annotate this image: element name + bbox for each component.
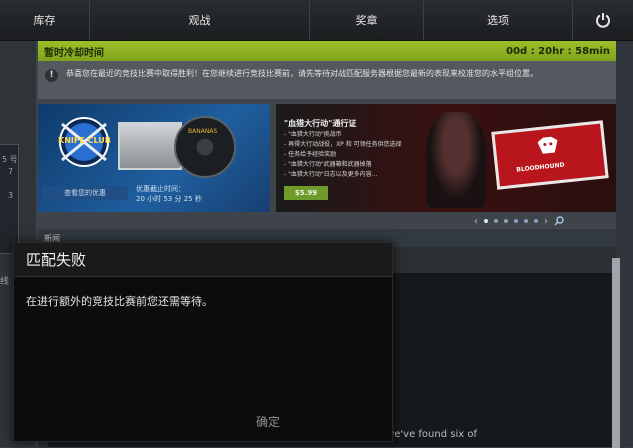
carousel-next-button[interactable]: › <box>544 216 548 227</box>
left-number-1: 5 号 <box>2 155 18 164</box>
nav-awards[interactable]: 奖章 <box>310 0 424 40</box>
deadline-label: 优惠截止时间： <box>136 185 185 193</box>
carousel-prev-button[interactable]: ‹ <box>474 216 478 227</box>
dialog-message: 在进行额外的竞技比赛前您还需等待。 <box>26 295 213 308</box>
carousel-dot[interactable] <box>504 219 508 223</box>
top-navigation: 库存 观战 奖章 选项 <box>0 0 633 41</box>
left-label: 线 <box>0 277 10 287</box>
power-button[interactable] <box>573 0 633 40</box>
promo-music-kit[interactable]: KNIFE CLUB BANANAS 查看您的优惠 优惠截止时间： 20 小时 … <box>38 104 270 212</box>
carousel-controls: ‹ › <box>474 213 616 229</box>
view-offer-button[interactable]: 查看您的优惠 <box>42 186 128 200</box>
carousel-dot[interactable] <box>524 219 528 223</box>
magnifier-icon[interactable] <box>554 216 564 226</box>
left-number-2: 7 <box>8 167 14 176</box>
cooldown-bar: 暂时冷却时间 00d : 20hr : 58min <box>38 41 616 61</box>
price-button[interactable]: $5.99 <box>284 186 328 200</box>
pass-feature: - "血猎大行动"武器箱和武器掉落 <box>284 161 372 168</box>
pass-feature: - "血猎大行动"日志以及更多内容... <box>284 171 378 178</box>
power-icon <box>596 13 610 28</box>
pass-title: "血猎大行动"通行证 <box>284 119 357 128</box>
matchmaking-failed-dialog: 匹配失败 在进行额外的竞技比赛前您还需等待。 确定 <box>13 242 393 442</box>
scrollbar-thumb[interactable] <box>612 258 620 448</box>
info-icon: ! <box>45 69 58 82</box>
pass-feature: - 再得大行动战役，XP 和 可领任务供您选择 <box>284 141 402 148</box>
nav-options[interactable]: 选项 <box>424 0 573 40</box>
carousel-dot[interactable] <box>484 219 488 223</box>
pass-features: - "血猎大行动"挑战币 - 再得大行动战役，XP 和 可领任务供您选择 - 任… <box>284 130 402 180</box>
cooldown-timer: 00d : 20hr : 58min <box>506 45 610 57</box>
ok-button[interactable]: 确定 <box>250 411 286 431</box>
pass-feature: - 任务给予经验奖励 <box>284 151 337 158</box>
cooldown-title: 暂时冷却时间 <box>44 47 104 59</box>
carousel-dot[interactable] <box>494 219 498 223</box>
promo-operation-pass[interactable]: "血猎大行动"通行证 - "血猎大行动"挑战币 - 再得大行动战役，XP 和 可… <box>276 104 616 212</box>
ticket-label: BLOODHOUND <box>516 161 565 174</box>
character-image <box>426 112 486 208</box>
operation-ticket-image: BLOODHOUND <box>491 120 609 190</box>
nav-inventory[interactable]: 库存 <box>0 0 90 40</box>
pass-feature: - "血猎大行动"挑战币 <box>284 131 342 138</box>
offer-deadline: 优惠截止时间： 20 小时 53 分 25 秒 <box>136 184 202 204</box>
cooldown-notice: ! 恭喜您在最近的竞技比赛中取得胜利！在您继续进行竞技比赛前，请先等待对战匹配服… <box>38 61 616 99</box>
carousel-dot[interactable] <box>534 219 538 223</box>
notice-text: 恭喜您在最近的竞技比赛中取得胜利！在您继续进行竞技比赛前，请先等待对战匹配服务器… <box>66 69 538 78</box>
dialog-title: 匹配失败 <box>14 243 392 277</box>
deadline-value: 20 小时 53 分 25 秒 <box>136 195 202 203</box>
left-number-3: 3 <box>8 191 14 200</box>
club-logo-text: KNIFE CLUB <box>58 136 111 145</box>
carousel-dot[interactable] <box>514 219 518 223</box>
band-photo <box>118 122 182 170</box>
bloodhound-icon <box>537 136 558 154</box>
music-disc <box>174 116 236 178</box>
nav-watch[interactable]: 观战 <box>90 0 310 40</box>
disc-label: BANANAS <box>188 128 218 135</box>
